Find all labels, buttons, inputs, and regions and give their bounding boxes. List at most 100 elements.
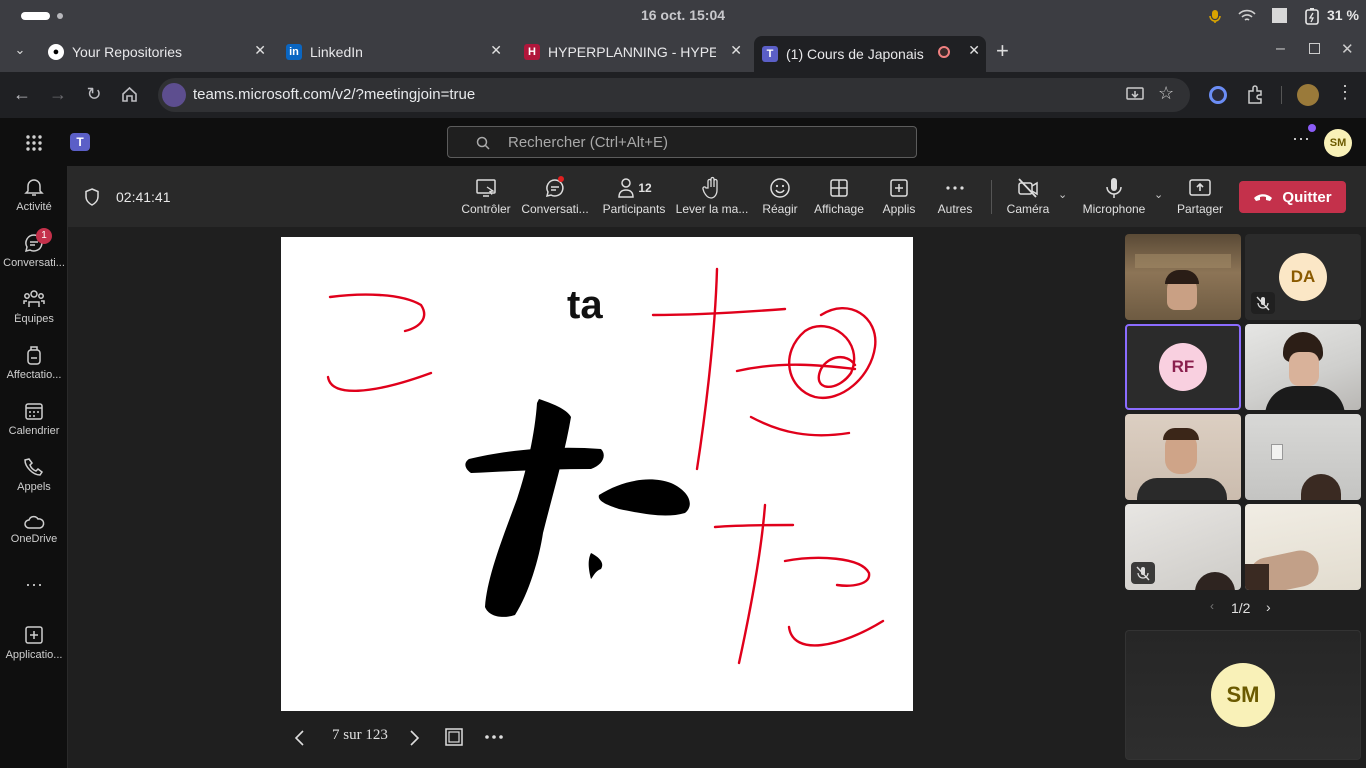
shared-content-stage: ta 7 sur 123	[68, 227, 1118, 768]
calendar-icon	[25, 403, 43, 420]
rail-item-chat[interactable]: 1 Conversati...	[0, 228, 68, 269]
teams-header: T Rechercher (Ctrl+Alt+E) ··· SM	[0, 118, 1366, 166]
participant-hair	[1245, 564, 1269, 590]
slide-more-icon[interactable]	[484, 734, 504, 740]
tab-linkedin[interactable]: in LinkedIn ✕	[278, 36, 508, 68]
mic-options-chevron-icon[interactable]: ⌄	[1154, 188, 1163, 201]
cloud-icon	[24, 515, 45, 529]
tab-teams-meeting[interactable]: T (1) Cours de Japonais ✕	[754, 36, 986, 72]
camera-toggle[interactable]: Caméra	[1003, 176, 1053, 216]
tab-repositories[interactable]: ● Your Repositories ✕	[40, 36, 272, 68]
app-launcher-icon[interactable]	[25, 134, 43, 152]
url-text[interactable]: teams.microsoft.com/v2/?meetingjoin=true	[193, 86, 475, 103]
participant-video-tile[interactable]	[1245, 504, 1361, 590]
previous-slide-icon[interactable]	[293, 729, 307, 747]
user-avatar[interactable]: SM	[1324, 129, 1352, 157]
install-app-icon[interactable]	[1126, 87, 1144, 103]
microphone-toggle[interactable]: Microphone	[1079, 176, 1149, 216]
participant-avatar: RF	[1159, 343, 1207, 391]
participant-avatar-tile-speaking[interactable]: RF	[1125, 324, 1241, 410]
profile-avatar[interactable]	[1297, 84, 1319, 106]
more-apps-icon[interactable]: ···	[0, 574, 68, 595]
raise-hand-button[interactable]: Lever la ma...	[675, 176, 749, 216]
self-view-tile[interactable]: SM	[1125, 630, 1361, 760]
browser-menu-icon[interactable]: ⋮	[1336, 82, 1354, 103]
next-slide-icon[interactable]	[407, 729, 421, 747]
battery-level: 31 %	[1327, 7, 1359, 23]
site-info-icon[interactable]	[162, 83, 186, 107]
new-tab-icon[interactable]: +	[996, 38, 1009, 64]
control-button[interactable]: Contrôler	[458, 176, 514, 216]
share-button[interactable]: Partager	[1174, 176, 1226, 216]
close-icon[interactable]: ✕	[254, 42, 266, 59]
address-bar[interactable]: teams.microsoft.com/v2/?meetingjoin=true…	[158, 78, 1190, 112]
video-background	[1135, 254, 1231, 268]
participant-avatar-tile[interactable]: DA	[1245, 234, 1361, 320]
participant-gallery: DA RF ‹ 1/2 › SM	[1118, 227, 1366, 768]
reload-icon[interactable]: ↻	[83, 84, 105, 105]
unread-badge: 1	[36, 228, 52, 244]
tab-title: Your Repositories	[72, 44, 182, 60]
more-button[interactable]: Autres	[932, 176, 978, 216]
participant-video-tile[interactable]	[1125, 234, 1241, 320]
shield-icon[interactable]	[84, 188, 100, 206]
camera-options-chevron-icon[interactable]: ⌄	[1058, 188, 1067, 201]
red-ink-annotations	[326, 267, 885, 665]
slide-drawing	[326, 267, 885, 665]
search-placeholder: Rechercher (Ctrl+Alt+E)	[508, 134, 669, 151]
control-icon	[476, 179, 496, 197]
forward-icon[interactable]: →	[47, 84, 69, 105]
settings-more-icon[interactable]: ···	[1292, 128, 1310, 149]
apps-button[interactable]: Applis	[878, 176, 920, 216]
wifi-icon[interactable]	[1238, 9, 1256, 23]
bell-icon	[24, 179, 44, 196]
hyperplanning-icon: H	[524, 44, 540, 60]
phone-icon	[24, 458, 44, 476]
rail-item-apps[interactable]: Applicatio...	[0, 624, 68, 661]
gallery-next-icon[interactable]: ›	[1266, 599, 1271, 615]
search-input[interactable]: Rechercher (Ctrl+Alt+E)	[447, 126, 917, 158]
view-button[interactable]: Affichage	[809, 176, 869, 216]
home-icon[interactable]	[121, 86, 138, 103]
participant-video-tile[interactable]	[1245, 414, 1361, 500]
tab-search-icon[interactable]: ⌄	[10, 42, 30, 62]
rail-item-assignments[interactable]: Affectatio...	[0, 344, 68, 381]
rail-item-onedrive[interactable]: OneDrive	[0, 514, 68, 545]
camera-off-icon	[1018, 178, 1038, 198]
rail-item-calls[interactable]: Appels	[0, 456, 68, 493]
participant-video-tile[interactable]	[1125, 414, 1241, 500]
close-icon[interactable]: ✕	[730, 42, 742, 59]
participant-video-tile-muted[interactable]	[1125, 504, 1241, 590]
chat-icon	[545, 176, 564, 198]
rail-item-teams[interactable]: Équipes	[0, 288, 68, 325]
tab-hyperplanning[interactable]: H HYPERPLANNING - HYPERPL ✕	[516, 36, 748, 68]
tab-title: LinkedIn	[310, 44, 363, 60]
maximize-icon[interactable]	[1309, 43, 1320, 54]
self-avatar: SM	[1211, 663, 1275, 727]
participant-video-tile[interactable]	[1245, 324, 1361, 410]
close-icon[interactable]: ✕	[490, 42, 502, 59]
window-close-icon[interactable]: ✕	[1341, 40, 1354, 58]
rail-item-calendar[interactable]: Calendrier	[0, 400, 68, 437]
rail-item-activity[interactable]: Activité	[0, 176, 68, 213]
bookmark-star-icon[interactable]: ☆	[1158, 83, 1174, 104]
chat-button[interactable]: Conversati...	[520, 176, 590, 216]
leave-label: Quitter	[1282, 188, 1332, 206]
wall-frame	[1271, 444, 1283, 460]
slide-grid-view-icon[interactable]	[444, 727, 464, 747]
extensions-puzzle-icon[interactable]	[1245, 85, 1264, 104]
leave-meeting-button[interactable]: Quitter	[1239, 181, 1346, 213]
browser-tab-strip: ⌄ ● Your Repositories ✕ in LinkedIn ✕ H …	[0, 32, 1366, 72]
participant-hair	[1165, 270, 1199, 284]
muted-indicator	[1131, 562, 1155, 584]
gallery-previous-icon[interactable]: ‹	[1210, 599, 1214, 613]
back-icon[interactable]: ←	[11, 84, 33, 105]
screen-icon[interactable]	[1272, 8, 1287, 23]
battery-icon[interactable]	[1304, 7, 1320, 25]
participants-button[interactable]: 12 Participants	[600, 176, 668, 216]
extension-icon[interactable]	[1209, 86, 1227, 104]
react-button[interactable]: Réagir	[758, 176, 802, 216]
close-icon[interactable]: ✕	[968, 42, 980, 59]
clock[interactable]: 16 oct. 15:04	[0, 7, 1366, 23]
minimize-icon[interactable]: –	[1276, 40, 1285, 58]
